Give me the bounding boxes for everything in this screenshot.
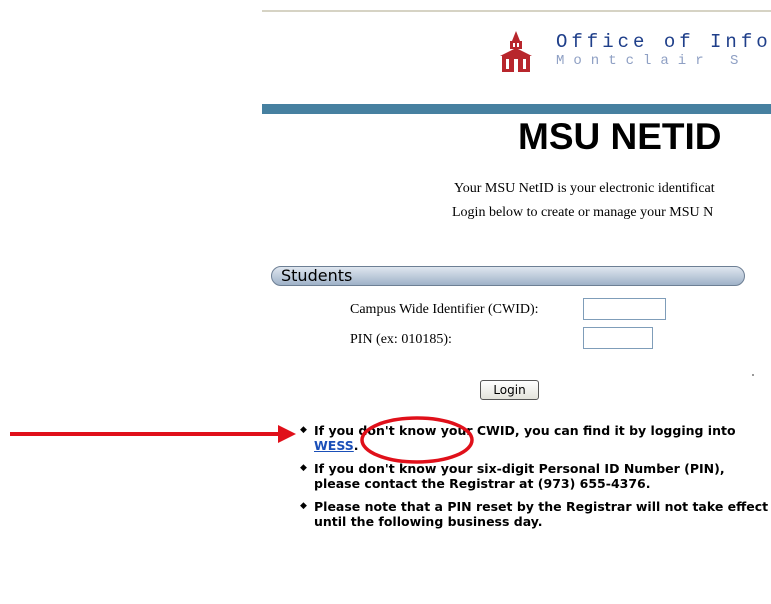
bullet-icon: ◆ (300, 463, 307, 473)
cwid-input[interactable] (583, 298, 666, 320)
intro-line-2: Login below to create or manage your MSU… (452, 205, 714, 220)
intro-line-1: Your MSU NetID is your electronic identi… (454, 181, 715, 196)
note-cwid-period: . (353, 438, 359, 453)
list-item: ◆ If you don't know your six-digit Person… (300, 461, 770, 491)
pin-input[interactable] (583, 327, 653, 349)
cwid-label: Campus Wide Identifier (CWID): (350, 302, 539, 317)
bullet-icon: ◆ (300, 501, 307, 511)
page-title: MSU NETID (518, 116, 722, 157)
students-section-label: Students (281, 266, 353, 285)
faint-dot (752, 374, 754, 376)
top-rule (262, 10, 771, 12)
netid-page: Office of Infor Montclair S MSU NETID Yo… (262, 0, 771, 604)
note-reset-text: Please note that a PIN reset by the Regi… (314, 499, 769, 529)
note-pin-text: If you don't know your six-digit Persona… (314, 461, 725, 491)
login-button[interactable]: Login (480, 380, 539, 400)
building-logo-icon (500, 31, 532, 72)
list-item: ◆ Please note that a PIN reset by the Reg… (300, 499, 770, 529)
list-item: ◆ If you don't know your CWID, you can fi… (300, 423, 770, 453)
note-cwid-text: If you don't know your CWID, you can fin… (314, 423, 736, 438)
wess-link[interactable]: WESS (314, 438, 354, 453)
bullet-icon: ◆ (300, 425, 307, 435)
pin-label: PIN (ex: 010185): (350, 332, 452, 347)
office-title: Office of Infor (556, 31, 771, 53)
office-subtitle: Montclair S (556, 53, 748, 69)
arrow-right-icon (10, 425, 296, 443)
header-divider (262, 104, 771, 114)
help-notes: ◆ If you don't know your CWID, you can fi… (300, 423, 770, 537)
